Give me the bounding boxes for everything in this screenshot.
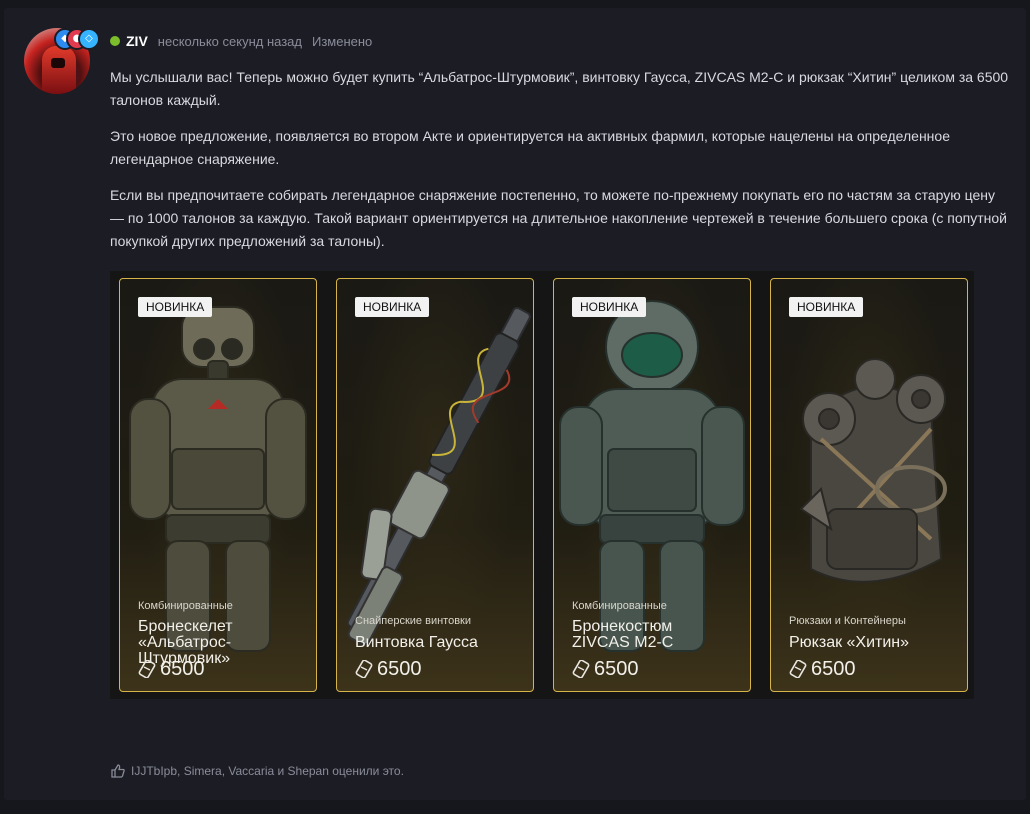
ticket-icon bbox=[138, 660, 156, 678]
thumbs-up-icon[interactable] bbox=[110, 763, 126, 779]
offer-card: НОВИНКА Комбинированные Бронескелет «Аль… bbox=[119, 278, 317, 692]
card-title: Рюкзак «Хитин» bbox=[789, 634, 910, 651]
reactions-summary: IJJTbIpb, Simera, Vaccaria и Shepan оцен… bbox=[110, 763, 404, 779]
card-price: 6500 bbox=[355, 657, 422, 681]
card-price: 6500 bbox=[789, 657, 856, 681]
card-price: 6500 bbox=[138, 657, 205, 681]
avatar-figure bbox=[42, 46, 76, 94]
card-title: Бронекостюм ZIVCAS M2-C bbox=[572, 618, 674, 651]
offer-card: НОВИНКА Снайперские винтовки Винтовка Га… bbox=[336, 278, 534, 692]
price-value: 6500 bbox=[377, 657, 422, 680]
reactions-text[interactable]: IJJTbIpb, Simera, Vaccaria и Shepan оцен… bbox=[131, 764, 404, 778]
price-value: 6500 bbox=[811, 657, 856, 680]
username[interactable]: ZIV bbox=[126, 33, 148, 49]
ticket-icon bbox=[789, 660, 807, 678]
price-value: 6500 bbox=[594, 657, 639, 680]
post-meta: ZIV несколько секунд назад Изменено bbox=[110, 32, 372, 50]
new-badge: НОВИНКА bbox=[138, 297, 213, 317]
card-category: Комбинированные bbox=[572, 600, 667, 612]
user-badges: ◆ ● ◇ bbox=[54, 28, 104, 52]
post-time[interactable]: несколько секунд назад bbox=[158, 34, 302, 49]
ticket-icon bbox=[355, 660, 373, 678]
card-title: Винтовка Гаусса bbox=[355, 634, 478, 651]
edited-label[interactable]: Изменено bbox=[312, 34, 372, 49]
post-paragraph: Мы услышали вас! Теперь можно будет купи… bbox=[110, 69, 1009, 108]
offer-image[interactable]: НОВИНКА Комбинированные Бронескелет «Аль… bbox=[110, 271, 974, 699]
card-category: Снайперские винтовки bbox=[355, 615, 471, 627]
avatar-mask bbox=[51, 58, 65, 68]
new-badge: НОВИНКА bbox=[572, 297, 647, 317]
post-paragraph: Если вы предпочитаете собирать легендарн… bbox=[110, 187, 1007, 249]
price-value: 6500 bbox=[160, 657, 205, 680]
forum-post: ◆ ● ◇ ZIV несколько секунд назад Изменен… bbox=[4, 8, 1026, 800]
ticket-icon bbox=[572, 660, 590, 678]
rifle-illustration bbox=[346, 306, 531, 646]
online-status-icon bbox=[110, 36, 120, 46]
offer-card: НОВИНКА Рюкзаки и Контейнеры Рюкзак «Хит… bbox=[770, 278, 968, 692]
offer-card: НОВИНКА Комбинированные Бронекостюм ZIVC… bbox=[553, 278, 751, 692]
backpack-illustration bbox=[799, 358, 947, 583]
post-paragraph: Это новое предложение, появляется во вто… bbox=[110, 128, 950, 167]
post-content: Мы услышали вас! Теперь можно будет купи… bbox=[110, 66, 1010, 266]
new-badge: НОВИНКА bbox=[355, 297, 430, 317]
card-price: 6500 bbox=[572, 657, 639, 681]
new-badge: НОВИНКА bbox=[789, 297, 864, 317]
card-category: Комбинированные bbox=[138, 600, 233, 612]
card-category: Рюкзаки и Контейнеры bbox=[789, 615, 906, 627]
diamond-badge-icon: ◇ bbox=[78, 28, 100, 50]
